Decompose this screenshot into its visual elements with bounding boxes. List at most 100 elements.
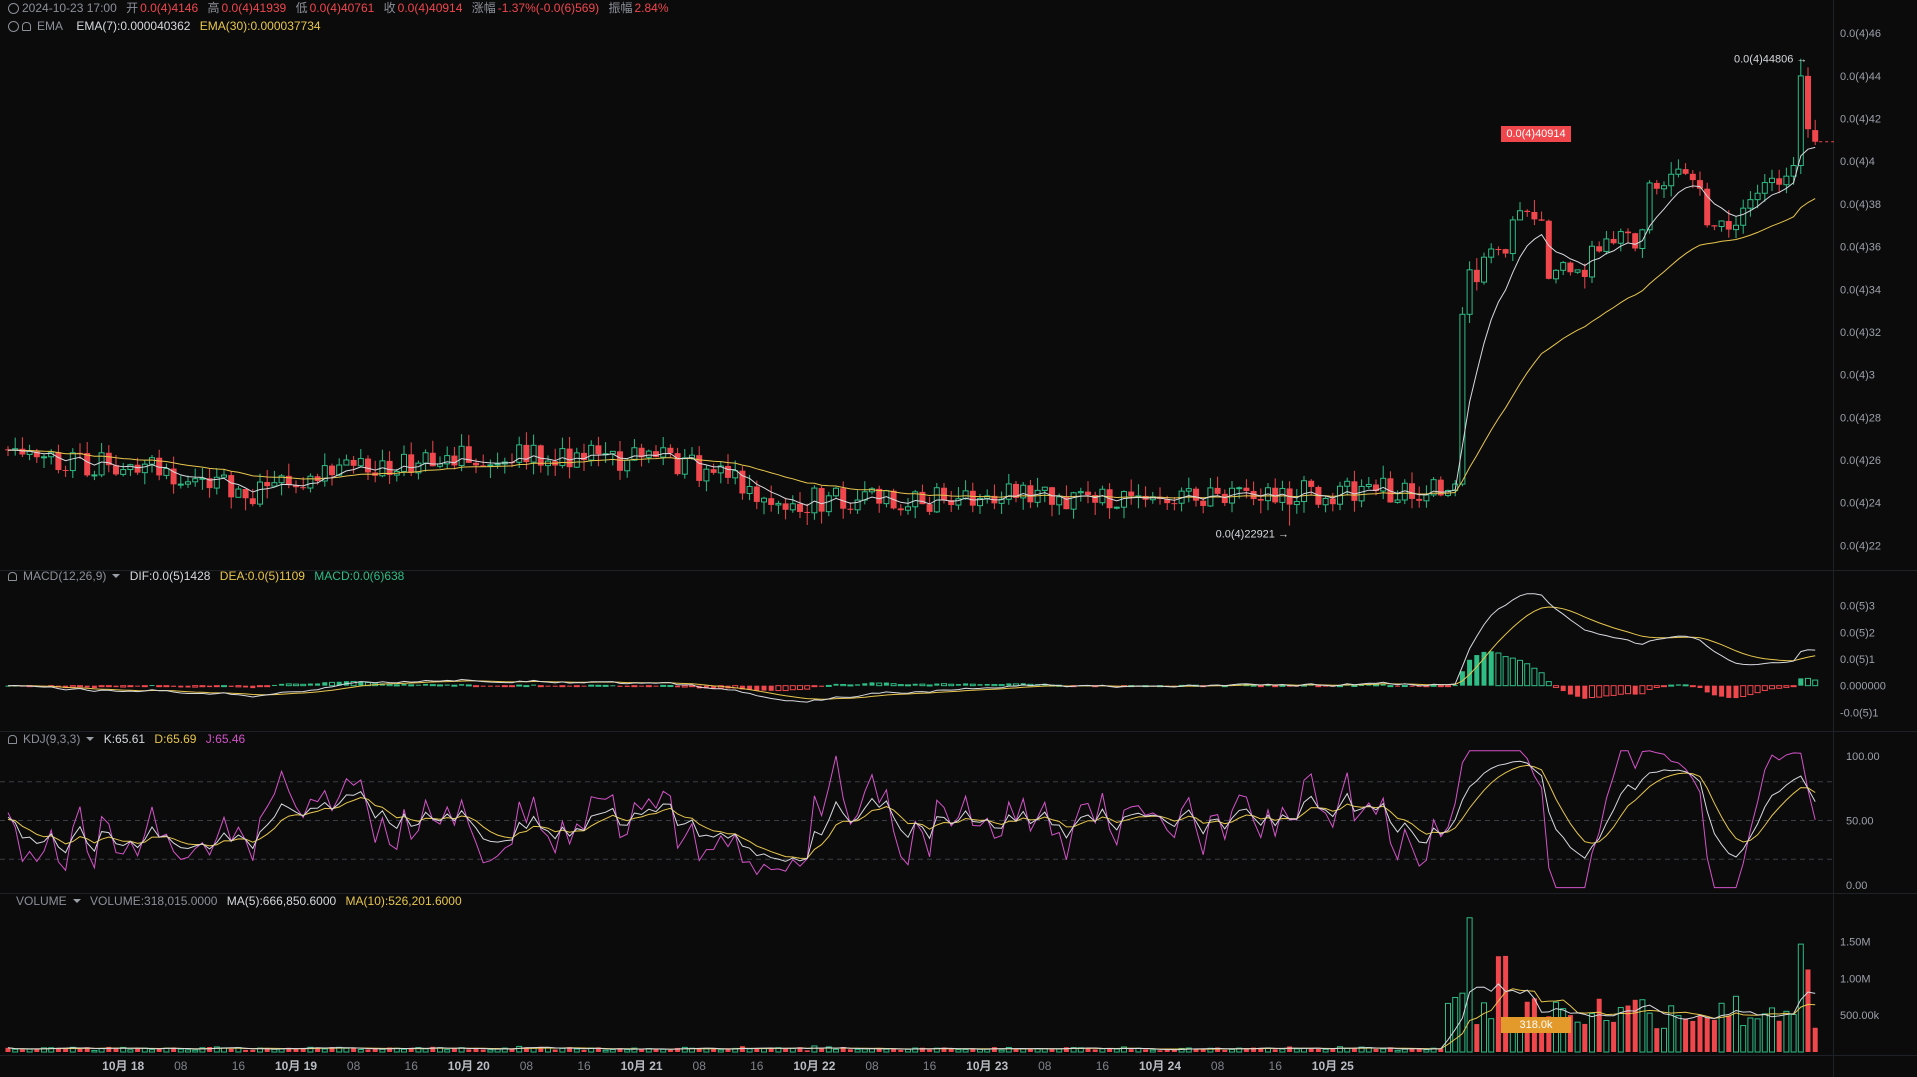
candle-body [451, 455, 458, 466]
candle-body [573, 452, 580, 468]
volume-bar [1690, 1020, 1696, 1052]
macd-bar [228, 685, 234, 687]
macd-bar [264, 685, 271, 688]
time-tick-label: 08 [174, 1059, 188, 1073]
price-tick-label: 0.0(4)24 [1840, 498, 1881, 510]
macd-bar [213, 685, 220, 688]
macd-bar [322, 682, 328, 686]
macd-bar [271, 684, 277, 686]
chevron-down-icon[interactable] [112, 574, 121, 578]
candle-body [1301, 480, 1307, 503]
macd-bar [523, 685, 530, 688]
candle-body [343, 459, 350, 466]
chevron-down-icon[interactable] [72, 899, 81, 903]
time-tick-label: 10月 20 [448, 1059, 490, 1073]
macd-bar [934, 683, 940, 686]
trading-chart[interactable]: 0.0(4)46 0.0(4)44 0.0(4)42 0.0(4)4 0.0(4)38 0… [0, 0, 1917, 1077]
macd-bar [537, 685, 544, 688]
price-tick-label: 0.0(4)38 [1840, 199, 1881, 211]
candle-body [1193, 488, 1199, 501]
volume-bar [1683, 1018, 1689, 1052]
d-value: 65.69 [166, 732, 197, 746]
macd-bar [1006, 683, 1012, 686]
macd-bar [257, 685, 263, 688]
time-tick-label: 10月 18 [102, 1059, 144, 1073]
candle-body [1668, 173, 1675, 187]
volume-bar [711, 1048, 717, 1052]
candle-body [1725, 220, 1732, 230]
macd-bar [279, 683, 285, 686]
macd-bar [1704, 685, 1710, 693]
candle-body [681, 457, 688, 475]
macd-tick-label: 0.0(5)1 [1840, 654, 1875, 666]
volume-bar [552, 1049, 558, 1052]
bell-icon[interactable] [8, 572, 17, 581]
macd-bar [559, 685, 566, 688]
candle-body [1675, 168, 1682, 175]
macd-value: 0.0(6)638 [352, 569, 405, 583]
macd-bar [624, 685, 630, 687]
macd-bar [1474, 655, 1480, 686]
open-value: 0.0(4)4146 [140, 1, 199, 15]
volume-bar [847, 1049, 853, 1052]
candle-body [905, 506, 911, 511]
candle-body [768, 498, 775, 505]
candle-body [1473, 269, 1480, 283]
volume-bar [1287, 1046, 1293, 1052]
candle-body [1466, 269, 1473, 315]
candle-body [609, 450, 616, 455]
candle-body [1236, 487, 1243, 490]
candle-body [1812, 130, 1819, 142]
volume-indicator-name[interactable]: VOLUME [16, 894, 67, 908]
volume-legend: VOLUME VOLUME:318,015.0000 MA(5):666,850… [16, 894, 462, 908]
candle-body [221, 474, 227, 478]
candle-body [62, 469, 69, 471]
volume-bar [1611, 1021, 1617, 1052]
candle-body [257, 481, 263, 505]
candle-body [1322, 497, 1329, 506]
time-tick-label: 16 [405, 1059, 419, 1073]
macd-bar [761, 685, 767, 691]
candle-body [192, 478, 199, 483]
volume-bar [898, 1049, 904, 1052]
bell-icon[interactable] [8, 735, 17, 744]
collapse-icon[interactable] [8, 3, 19, 14]
macd-indicator-name[interactable]: MACD(12,26,9) [23, 569, 106, 583]
macd-bar [185, 685, 191, 688]
ohlc-legend: 2024-10-23 17:00 开 0.0(4)4146 高 0.0(4)4193… [8, 0, 675, 16]
macd-bar [1387, 685, 1394, 688]
macd-bar [141, 685, 148, 688]
volume-bar [1373, 1048, 1379, 1052]
collapse-icon[interactable] [8, 21, 19, 32]
macd-bar [581, 685, 587, 687]
candle-body [1085, 491, 1091, 495]
candle-body [1243, 487, 1250, 491]
time-tick-label: 10月 25 [1312, 1059, 1354, 1073]
candle-body [271, 482, 278, 487]
price-tick-label: 0.0(4)32 [1840, 327, 1881, 339]
volume-value: 318,015.0000 [144, 894, 218, 908]
candle-body [1797, 75, 1804, 167]
macd-bar [1575, 685, 1581, 697]
candle-body [969, 490, 976, 506]
kdj-tick-label: 50.00 [1846, 816, 1874, 828]
candle-body [1574, 269, 1581, 273]
ema-indicator-name[interactable]: EMA [37, 19, 63, 33]
macd-bar [754, 685, 760, 691]
candle-body [1509, 219, 1516, 255]
macd-bar [163, 685, 170, 688]
bell-icon[interactable] [22, 22, 31, 31]
volume-bar [1193, 1049, 1199, 1052]
candle-body [1653, 182, 1660, 189]
kdj-indicator-name[interactable]: KDJ(9,3,3) [23, 732, 80, 746]
volume-bar [667, 1049, 673, 1052]
candle-body [753, 486, 760, 502]
macd-bar [465, 684, 472, 687]
macd-bar [171, 685, 177, 687]
macd-bar [912, 683, 918, 686]
candle-body [1257, 499, 1264, 501]
macd-bar [926, 684, 933, 687]
macd-bar [1697, 685, 1703, 688]
candle-body [1733, 224, 1739, 231]
chevron-down-icon[interactable] [86, 737, 95, 741]
